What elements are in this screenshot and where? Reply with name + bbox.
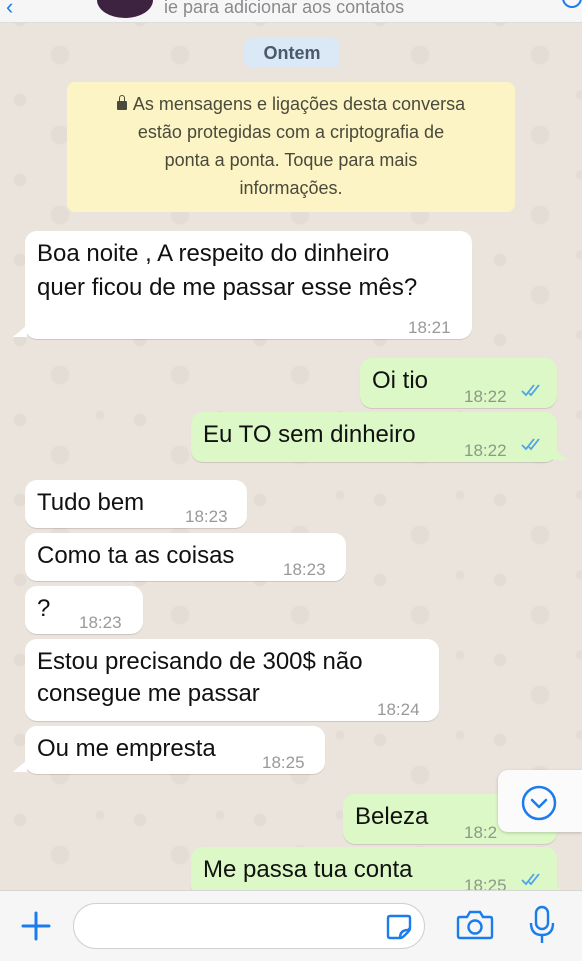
message-incoming[interactable]: Ou me empresta 18:25 bbox=[13, 726, 325, 774]
message-incoming[interactable]: Tudo bem 18:23 bbox=[25, 480, 247, 528]
microphone-icon[interactable] bbox=[528, 905, 556, 947]
encryption-notice[interactable]: As mensagens e ligações desta conversa e… bbox=[67, 82, 515, 212]
message-text: Oi tio bbox=[372, 367, 429, 394]
message-text: Eu TO sem dinheiro bbox=[203, 421, 416, 448]
notice-line-3: ponta a ponta. Toque para mais bbox=[164, 150, 418, 170]
bubble-tail bbox=[13, 325, 27, 337]
read-ticks-icon bbox=[521, 873, 540, 886]
message-time: 18:21 bbox=[408, 318, 451, 337]
message-text: Beleza bbox=[355, 803, 429, 830]
message-text: Estou precisando de 300$ não bbox=[37, 648, 363, 675]
plus-icon[interactable] bbox=[20, 910, 52, 942]
message-text: Tudo bem bbox=[37, 489, 145, 516]
chat-header: ‹ ie para adicionar aos contatos bbox=[0, 0, 582, 23]
call-icon[interactable] bbox=[562, 0, 582, 8]
message-text: ? bbox=[37, 595, 51, 622]
message-incoming[interactable]: ? 18:23 bbox=[25, 586, 143, 634]
scroll-to-bottom-button[interactable] bbox=[498, 770, 582, 832]
header-subtitle[interactable]: ie para adicionar aos contatos bbox=[164, 0, 404, 18]
message-text: Boa noite , A respeito do dinheiro bbox=[37, 240, 390, 267]
notice-line-4: informações. bbox=[239, 178, 343, 198]
message-text: consegue me passar bbox=[37, 680, 260, 707]
contact-avatar[interactable] bbox=[97, 0, 153, 18]
message-time: 18:25 bbox=[262, 753, 305, 772]
message-text: Como ta as coisas bbox=[37, 542, 235, 569]
read-ticks-icon bbox=[521, 438, 540, 451]
read-ticks-icon bbox=[521, 384, 540, 397]
message-incoming[interactable]: Boa noite , A respeito do dinheiro quer … bbox=[13, 231, 472, 339]
message-text: Ou me empresta bbox=[37, 735, 216, 762]
bubble-tail bbox=[13, 760, 27, 772]
message-incoming[interactable]: Como ta as coisas 18:23 bbox=[25, 533, 346, 581]
message-outgoing[interactable]: Oi tio 18:22 bbox=[360, 358, 557, 408]
message-time: 18:24 bbox=[377, 700, 420, 719]
bubble-tail bbox=[553, 448, 567, 460]
message-incoming[interactable]: Estou precisando de 300$ não consegue me… bbox=[25, 639, 439, 721]
message-time: 18:22 bbox=[464, 387, 507, 406]
message-outgoing[interactable]: Eu TO sem dinheiro 18:22 bbox=[191, 412, 567, 462]
notice-line-2: estão protegidas com a criptografia de bbox=[137, 122, 445, 142]
message-time: 18:22 bbox=[464, 441, 507, 460]
chevron-down-icon bbox=[521, 785, 557, 821]
message-text: quer ficou de me passar esse mês? bbox=[37, 274, 418, 301]
back-chevron-icon[interactable]: ‹ bbox=[6, 0, 13, 20]
notice-line-1: As mensagens e ligações desta conversa bbox=[85, 90, 497, 118]
message-time: 18:23 bbox=[79, 613, 122, 632]
message-input-bar bbox=[0, 890, 582, 961]
lock-icon bbox=[116, 95, 127, 110]
camera-icon[interactable] bbox=[456, 909, 494, 941]
message-time: 18:2 bbox=[464, 823, 498, 842]
message-input[interactable] bbox=[73, 903, 425, 949]
message-text: Me passa tua conta bbox=[203, 856, 413, 883]
message-time: 18:23 bbox=[185, 507, 228, 526]
sticker-icon[interactable] bbox=[385, 913, 413, 941]
date-chip: Ontem bbox=[244, 38, 340, 68]
message-time: 18:23 bbox=[283, 560, 326, 579]
